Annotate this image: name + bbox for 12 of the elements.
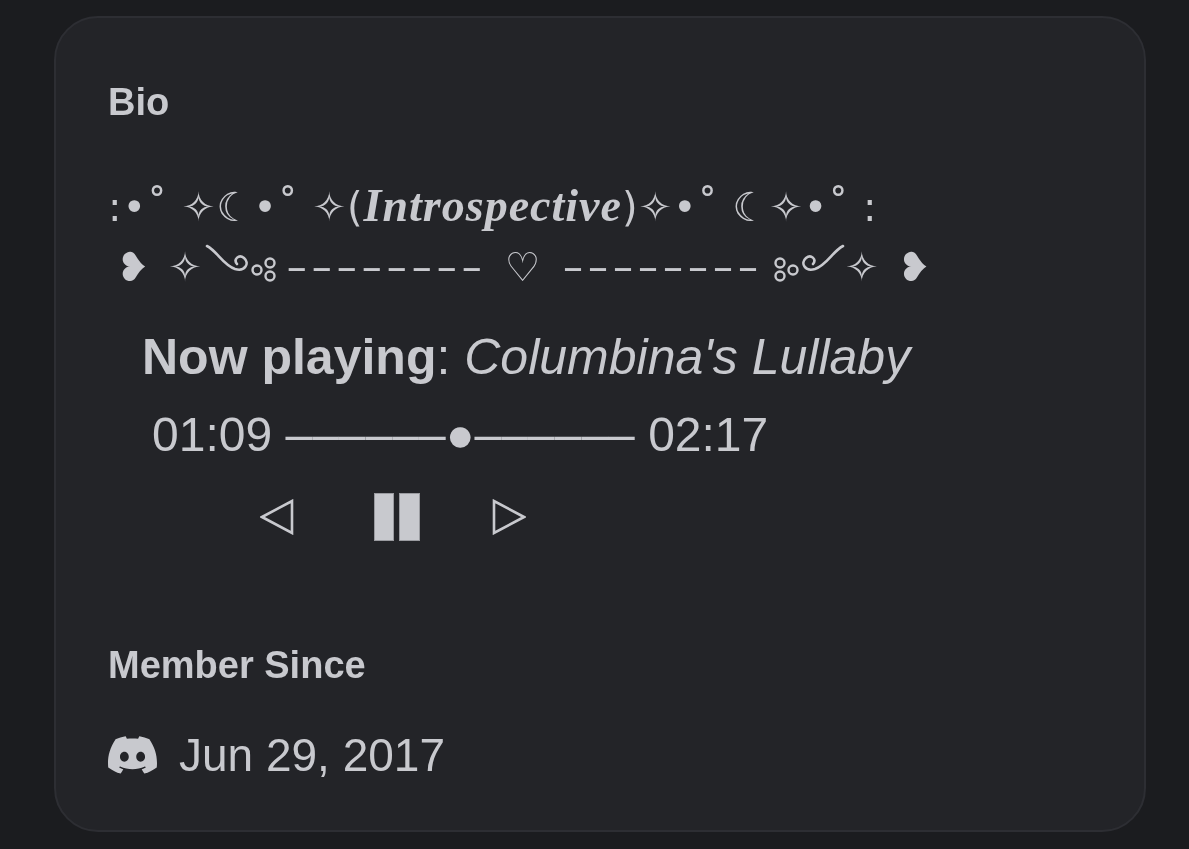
heart-divider-text: –––––––– ♡ ––––––––: [286, 243, 764, 292]
right-triangle-icon: [492, 499, 526, 535]
ornament-text: ❥ ✧: [116, 243, 205, 292]
bio-heading: Bio: [108, 80, 170, 124]
track-progress-text: 01:09 ––––––●–––––– 02:17: [152, 407, 769, 463]
now-playing-text: Now playing: Columbina's Lullaby: [142, 328, 911, 387]
decorative-title-text: :•˚ ✧☾•˚ ✧(Introspective)✧•˚ ☾✧•˚ :: [108, 179, 878, 233]
ornament-text: ✧ ❥: [845, 243, 934, 292]
left-triangle-icon: [260, 499, 294, 535]
member-since-heading: Member Since: [108, 643, 366, 687]
discord-logo-icon: [108, 736, 157, 774]
member-since-date: Jun 29, 2017: [179, 728, 445, 783]
